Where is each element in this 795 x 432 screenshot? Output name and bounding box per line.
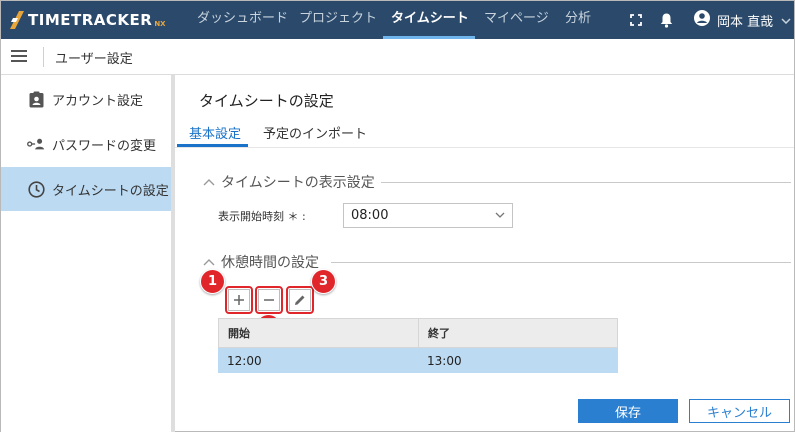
top-navigation-bar: TIMETRACKER NX ダッシュボード プロジェクト タイムシート マイペ…	[1, 1, 794, 39]
plus-icon	[234, 295, 244, 305]
nav-project[interactable]: プロジェクト	[299, 1, 377, 39]
chevron-up-icon	[203, 179, 215, 186]
cell-start-time: 12:00	[227, 353, 262, 368]
table-row[interactable]: 12:00 13:00	[218, 348, 618, 373]
bell-icon[interactable]	[657, 11, 675, 29]
settings-sidebar: アカウント設定 パスワードの変更 タイムシートの設定	[1, 75, 171, 432]
logo-suffix: NX	[154, 20, 166, 28]
hamburger-menu-icon[interactable]	[11, 50, 27, 64]
section-divider	[331, 262, 791, 263]
table-header: 開始 終了	[218, 318, 618, 348]
cell-end-time: 13:00	[427, 353, 462, 368]
section-title: 休憩時間の設定	[221, 252, 325, 272]
start-time-label: 表示開始時刻 ＊ :	[218, 210, 306, 223]
logo-mark-icon	[10, 11, 24, 29]
save-button[interactable]: 保存	[578, 399, 678, 423]
nav-mypage[interactable]: マイページ	[484, 1, 549, 39]
cancel-button[interactable]: キャンセル	[689, 399, 790, 423]
nav-dashboard[interactable]: ダッシュボード	[197, 1, 288, 39]
page-header-bar: ユーザー設定	[1, 39, 794, 75]
callout-badge-1: 1	[200, 269, 225, 294]
user-menu[interactable]: 岡本 直哉	[694, 10, 791, 30]
break-settings-header[interactable]: 休憩時間の設定	[203, 252, 325, 272]
sidebar-divider	[171, 75, 175, 432]
nav-analysis[interactable]: 分析	[565, 1, 591, 39]
section-divider	[373, 182, 791, 183]
chevron-up-icon	[203, 259, 215, 266]
sidebar-item-label: タイムシートの設定	[52, 183, 169, 199]
chevron-down-icon	[781, 13, 791, 28]
sidebar-item-timesheet[interactable]: タイムシートの設定	[1, 167, 171, 211]
pencil-icon	[295, 295, 305, 305]
settings-title: タイムシートの設定	[199, 92, 334, 110]
start-time-select[interactable]: 08:00	[343, 203, 513, 228]
chevron-down-icon	[495, 212, 505, 218]
break-time-table: 開始 終了 12:00 13:00	[218, 318, 618, 373]
start-time-value: 08:00	[351, 208, 389, 223]
logo-text: TIMETRACKER	[28, 11, 153, 29]
divider	[43, 47, 44, 67]
sidebar-item-label: アカウント設定	[52, 93, 144, 109]
user-avatar-icon	[694, 10, 710, 30]
account-badge-icon	[27, 90, 45, 108]
remove-break-button[interactable]	[258, 289, 280, 311]
column-header-start[interactable]: 開始	[219, 319, 418, 347]
nav-timesheet[interactable]: タイムシート	[391, 1, 469, 39]
tab-schedule-import[interactable]: 予定のインポート	[263, 123, 367, 148]
clock-icon	[27, 180, 45, 198]
tabs-divider	[175, 147, 794, 148]
edit-break-button[interactable]	[289, 289, 311, 311]
fullscreen-icon[interactable]	[627, 11, 645, 29]
minus-icon	[264, 299, 274, 301]
display-settings-header[interactable]: タイムシートの表示設定	[203, 172, 381, 192]
app-logo[interactable]: TIMETRACKER NX	[10, 10, 166, 30]
add-break-button[interactable]	[228, 289, 250, 311]
callout-badge-3: 3	[311, 269, 336, 294]
column-header-end[interactable]: 終了	[418, 319, 617, 347]
sidebar-item-label: パスワードの変更	[52, 138, 157, 154]
user-name: 岡本 直哉	[717, 14, 774, 30]
key-user-icon	[27, 135, 45, 153]
sidebar-item-account[interactable]: アカウント設定	[1, 77, 171, 121]
section-title: タイムシートの表示設定	[221, 172, 381, 192]
page-title: ユーザー設定	[55, 52, 133, 67]
sidebar-item-password[interactable]: パスワードの変更	[1, 122, 171, 166]
